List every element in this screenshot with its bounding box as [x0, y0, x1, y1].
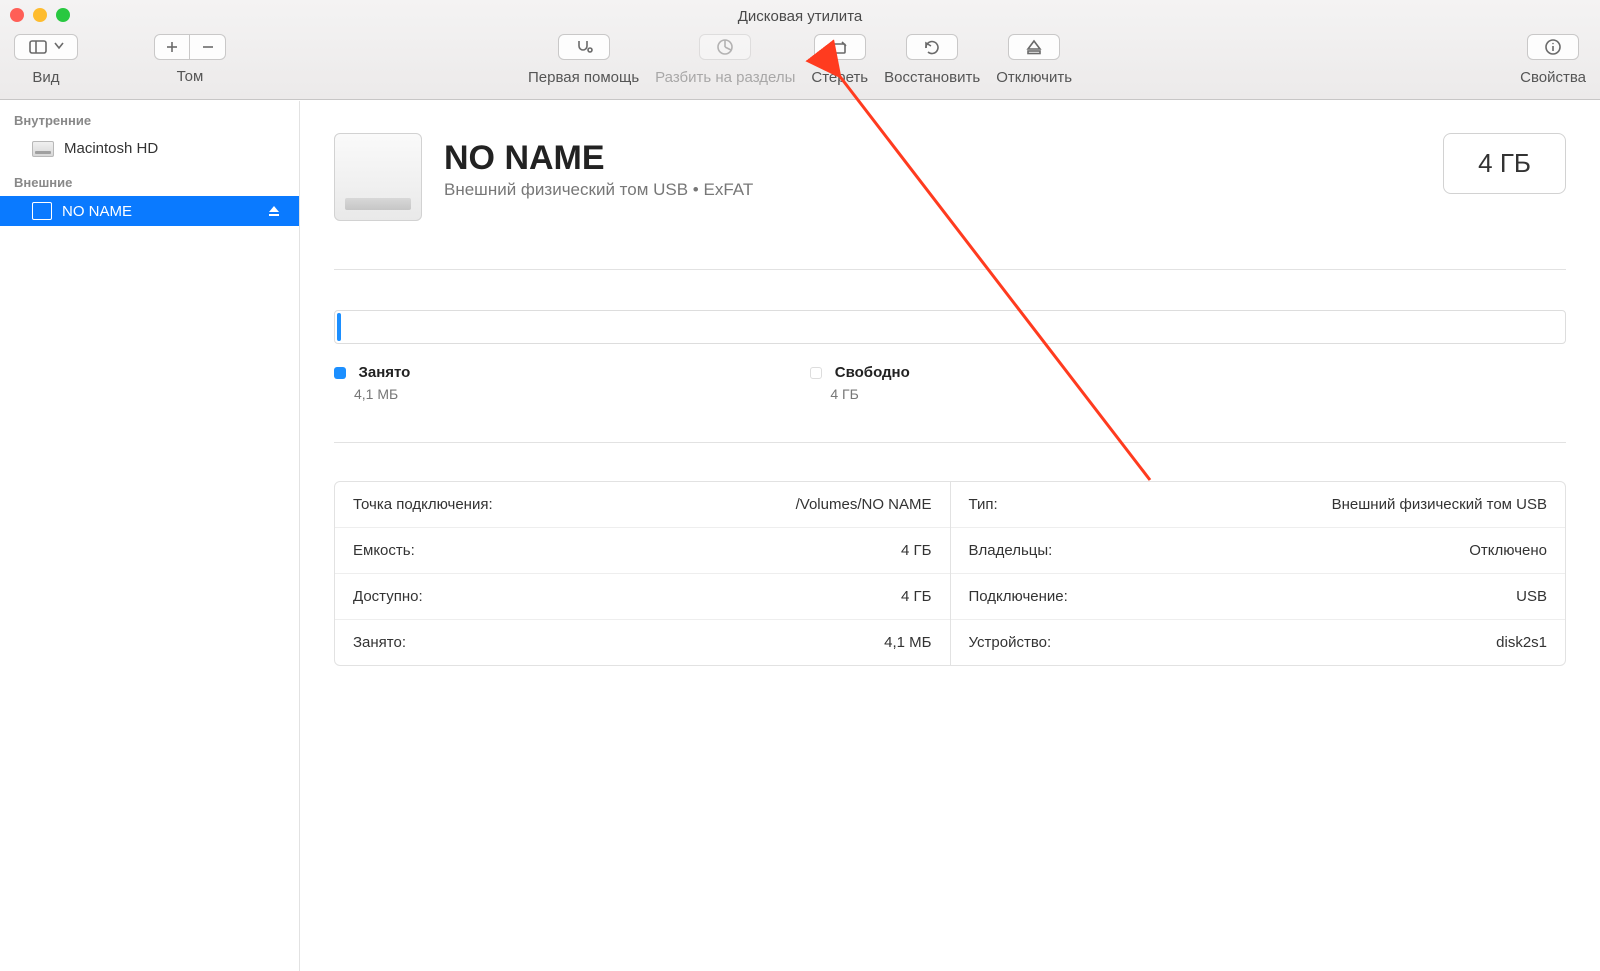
- volume-name: NO NAME: [444, 139, 1421, 178]
- info-row: Доступно: 4 ГБ: [335, 574, 950, 620]
- info-button[interactable]: [1527, 34, 1579, 60]
- restore-icon: [922, 38, 942, 56]
- legend-swatch-used: [334, 367, 346, 379]
- sidebar-item-macintosh-hd[interactable]: Macintosh HD: [0, 134, 299, 163]
- info-value: Внешний физический том USB: [1332, 496, 1547, 513]
- info-row: Владельцы: Отключено: [951, 528, 1566, 574]
- unmount-button[interactable]: [1008, 34, 1060, 60]
- hdd-icon: [32, 141, 54, 157]
- partition-button: [699, 34, 751, 60]
- toolbar-label-partition: Разбить на разделы: [655, 69, 795, 86]
- toolbar: Дисковая утилита Вид Том Первая помощь Р…: [0, 0, 1600, 100]
- eject-icon[interactable]: [267, 204, 281, 218]
- eject-icon: [1024, 38, 1044, 56]
- sidebar-item-label: Macintosh HD: [64, 140, 158, 157]
- legend-swatch-free: [810, 367, 822, 379]
- info-key: Доступно:: [353, 588, 423, 605]
- sidebar-heading-internal: Внутренние: [0, 101, 299, 134]
- info-key: Точка подключения:: [353, 496, 493, 513]
- toolbar-label-unmount: Отключить: [996, 69, 1072, 86]
- window-title: Дисковая утилита: [0, 8, 1600, 25]
- info-row: Точка подключения: /Volumes/NO NAME: [335, 482, 950, 528]
- info-key: Владельцы:: [969, 542, 1053, 559]
- legend-free: Свободно 4 ГБ: [810, 364, 909, 402]
- stethoscope-icon: [574, 38, 594, 56]
- legend-free-label: Свободно: [835, 364, 910, 381]
- info-value: Отключено: [1469, 542, 1547, 559]
- info-row: Подключение: USB: [951, 574, 1566, 620]
- info-value: 4 ГБ: [901, 588, 931, 605]
- drive-image: [334, 133, 422, 221]
- info-key: Емкость:: [353, 542, 415, 559]
- info-key: Тип:: [969, 496, 998, 513]
- sidebar-item-label: NO NAME: [62, 203, 132, 220]
- info-row: Занято: 4,1 МБ: [335, 620, 950, 665]
- sidebar: Внутренние Macintosh HD Внешние NO NAME: [0, 101, 300, 971]
- usage-bar: [334, 310, 1566, 344]
- toolbar-label-erase: Стереть: [811, 69, 868, 86]
- legend-used: Занято 4,1 МБ: [334, 364, 410, 402]
- erase-button[interactable]: [814, 34, 866, 60]
- main-content: NO NAME Внешний физический том USB • ExF…: [300, 101, 1600, 971]
- info-row: Тип: Внешний физический том USB: [951, 482, 1566, 528]
- info-key: Подключение:: [969, 588, 1068, 605]
- info-key: Занято:: [353, 634, 406, 651]
- info-row: Устройство: disk2s1: [951, 620, 1566, 665]
- volume-subtitle: Внешний физический том USB • ExFAT: [444, 180, 1421, 200]
- first-aid-button[interactable]: [558, 34, 610, 60]
- toolbar-label-restore: Восстановить: [884, 69, 980, 86]
- external-disk-icon: [32, 202, 52, 220]
- pie-icon: [715, 38, 735, 56]
- toolbar-label-info: Свойства: [1520, 69, 1586, 86]
- sidebar-item-no-name[interactable]: NO NAME: [0, 196, 299, 226]
- legend-used-value: 4,1 МБ: [354, 386, 410, 402]
- info-row: Емкость: 4 ГБ: [335, 528, 950, 574]
- info-value: /Volumes/NO NAME: [796, 496, 932, 513]
- legend-used-label: Занято: [358, 364, 410, 381]
- info-value: USB: [1516, 588, 1547, 605]
- info-value: disk2s1: [1496, 634, 1547, 651]
- info-key: Устройство:: [969, 634, 1052, 651]
- info-value: 4,1 МБ: [884, 634, 931, 651]
- restore-button[interactable]: [906, 34, 958, 60]
- usage-bar-used: [337, 313, 341, 341]
- info-table: Точка подключения: /Volumes/NO NAME Емкос…: [334, 481, 1566, 666]
- sidebar-heading-external: Внешние: [0, 163, 299, 196]
- volume-size-badge: 4 ГБ: [1443, 133, 1566, 194]
- info-icon: [1543, 38, 1563, 56]
- legend-free-value: 4 ГБ: [830, 386, 909, 402]
- toolbar-label-first-aid: Первая помощь: [528, 69, 639, 86]
- info-value: 4 ГБ: [901, 542, 931, 559]
- erase-icon: [830, 38, 850, 56]
